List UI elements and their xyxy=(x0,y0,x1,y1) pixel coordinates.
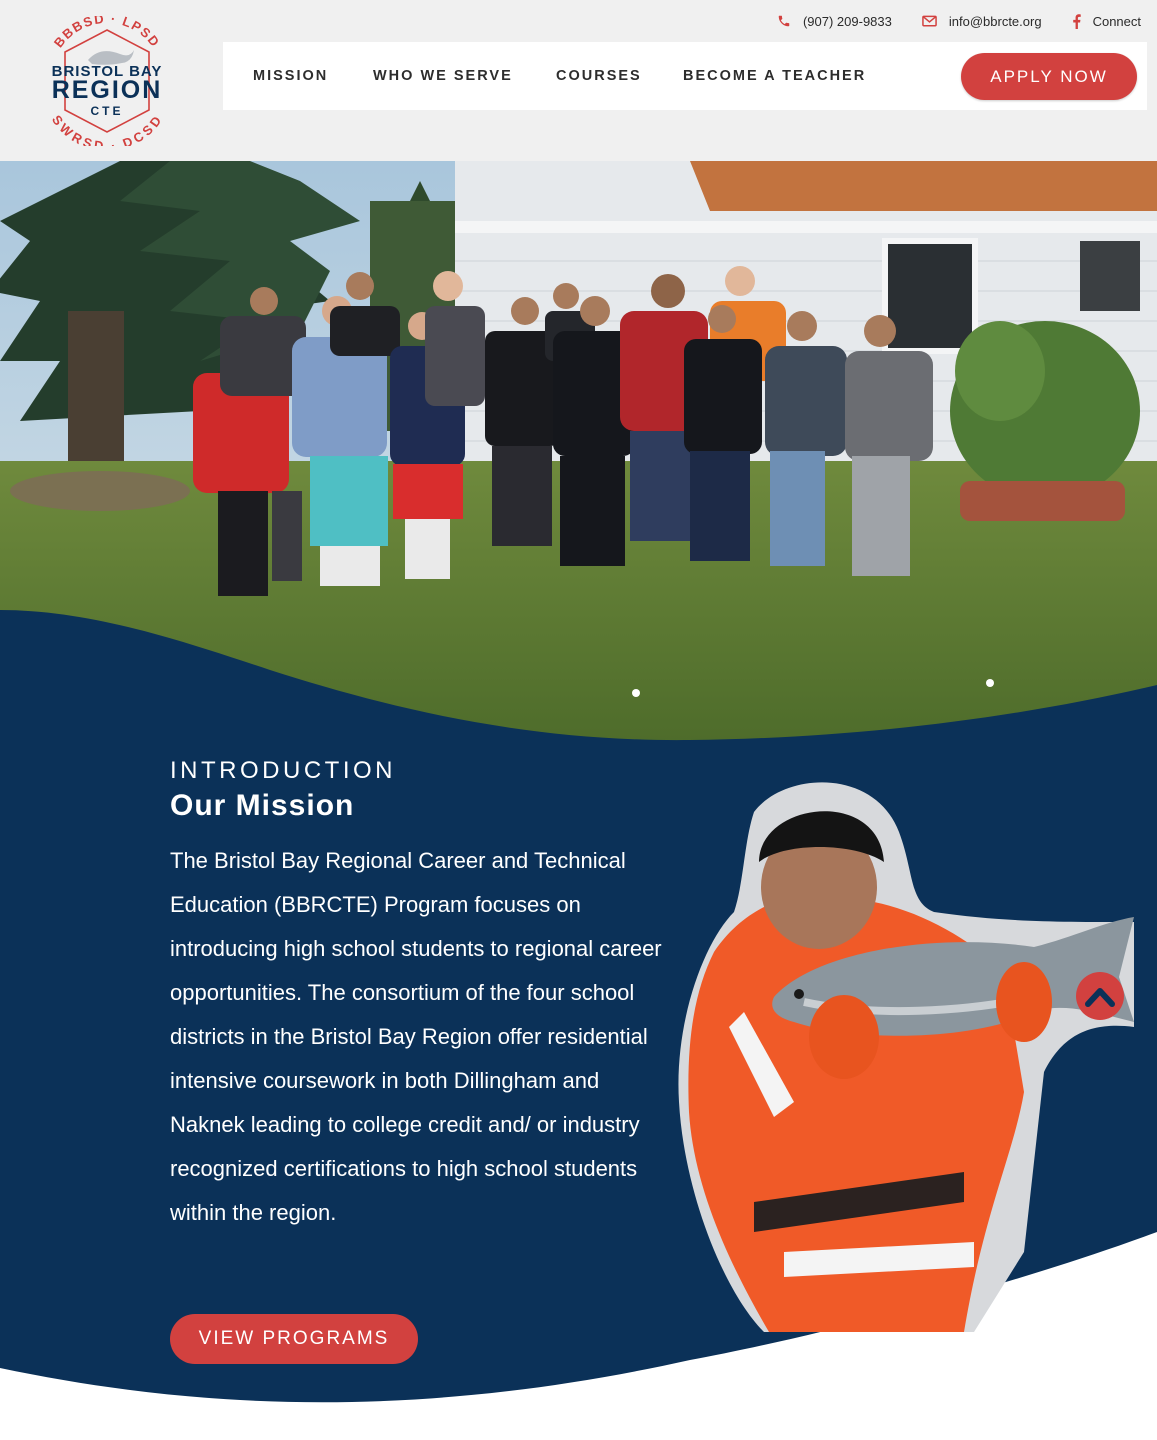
svg-text:BBBSD · LPSD: BBBSD · LPSD xyxy=(51,16,163,50)
chevron-up-icon xyxy=(1085,988,1115,1007)
logo-top-arc: BBBSD · LPSD xyxy=(51,16,162,50)
mission-title: Our Mission xyxy=(170,789,355,822)
site-logo[interactable]: BBBSD · LPSD BRISTOL BAY REGION CTE SWRS… xyxy=(38,16,176,146)
student-salmon-image xyxy=(678,782,1134,1332)
phone-link[interactable]: (907) 209-9833 xyxy=(777,14,892,29)
phone-number: (907) 209-9833 xyxy=(802,13,892,29)
envelope-icon xyxy=(922,15,937,27)
apply-now-button[interactable]: APPLY NOW xyxy=(961,53,1137,100)
main-navigation: MISSION WHO WE SERVE COURSES BECOME A TE… xyxy=(223,42,1147,110)
logo-line-3: CTE xyxy=(91,104,124,118)
facebook-link[interactable]: Connect xyxy=(1072,14,1141,29)
contact-bar: (907) 209-9833 info@bbrcte.org Connect xyxy=(747,10,1141,32)
email-address: info@bbrcte.org xyxy=(948,13,1042,29)
scroll-to-top-button[interactable] xyxy=(1076,972,1124,1020)
nav-link-courses[interactable]: COURSES xyxy=(556,42,642,110)
mission-body: The Bristol Bay Regional Career and Tech… xyxy=(170,848,662,1225)
phone-icon xyxy=(778,15,790,27)
nav-link-who-we-serve[interactable]: WHO WE SERVE xyxy=(373,42,513,110)
email-link[interactable]: info@bbrcte.org xyxy=(922,14,1042,29)
section-eyebrow: INTRODUCTION xyxy=(170,757,396,784)
nav-link-mission[interactable]: MISSION xyxy=(253,42,328,110)
logo-line-2: REGION xyxy=(52,76,163,104)
site-header: BBBSD · LPSD BRISTOL BAY REGION CTE SWRS… xyxy=(0,0,1157,161)
facebook-icon xyxy=(1072,13,1081,29)
social-label: Connect xyxy=(1092,13,1141,29)
view-programs-button[interactable]: VIEW PROGRAMS xyxy=(170,1314,418,1364)
nav-link-become-a-teacher[interactable]: BECOME A TEACHER xyxy=(683,42,866,110)
